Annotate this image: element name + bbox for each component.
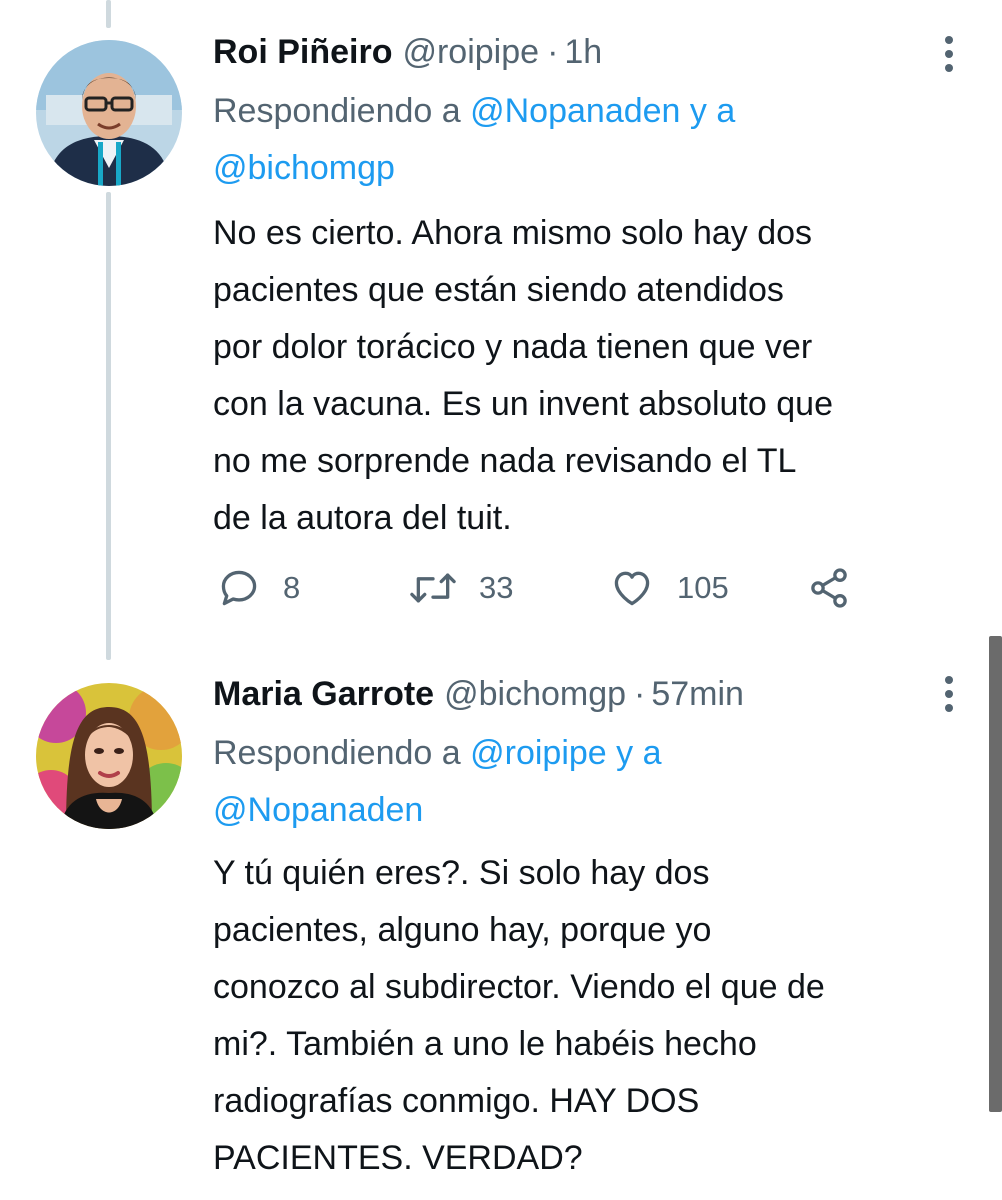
tweet-text-line: pacientes que están siendo atendidos	[213, 271, 784, 309]
mention-text: @roipipe	[470, 734, 607, 772]
replying-to: Respondiendo a @Nopanaden y a @bichomgp	[213, 83, 973, 197]
more-dot	[945, 36, 953, 44]
retweet-icon	[410, 573, 456, 603]
more-dot	[945, 676, 953, 684]
retweet-count: 33	[479, 570, 514, 605]
mention-link[interactable]: @Nopanaden y a	[470, 92, 735, 130]
tweet-text-line: PACIENTES. VERDAD?	[213, 1139, 583, 1177]
tweet-actions: 8 33 105	[213, 565, 873, 611]
mention-link[interactable]: @bichomgp	[213, 149, 395, 187]
tweet-header: Maria Garrote @bichomgp · 57min	[213, 674, 744, 714]
reply-icon	[221, 570, 257, 606]
avatar-bichomgp[interactable]	[36, 683, 182, 829]
tweet-text-line: no me sorprende nada revisando el TL	[213, 442, 797, 480]
separator-dot: ·	[547, 33, 559, 71]
share-button[interactable]	[807, 565, 851, 611]
reply-count: 8	[283, 570, 301, 605]
timestamp[interactable]: 57min	[651, 674, 744, 714]
scrollbar-thumb[interactable]	[989, 636, 1002, 1112]
mention-conjunction: y a	[689, 92, 736, 130]
tweet-text-line: mi?. También a uno le habéis hecho	[213, 1025, 757, 1063]
more-dot	[945, 690, 953, 698]
more-dot	[945, 64, 953, 72]
tweet-text: Y tú quién eres?. Si solo hay dos pacien…	[213, 845, 983, 1187]
tweet-text-line: por dolor torácico y nada tienen que ver	[213, 328, 813, 366]
retweet-button[interactable]: 33	[409, 565, 513, 611]
more-dot	[945, 704, 953, 712]
like-count: 105	[677, 570, 729, 605]
more-options-icon[interactable]	[944, 676, 954, 712]
tweet-text: No es cierto. Ahora mismo solo hay dos p…	[213, 205, 983, 547]
replying-prefix: Respondiendo a	[213, 734, 461, 772]
avatar-photo-icon	[36, 40, 182, 186]
mention-link[interactable]: @Nopanaden	[213, 791, 423, 829]
share-icon	[811, 568, 847, 608]
user-handle[interactable]: @roipipe	[402, 32, 539, 72]
display-name[interactable]: Roi Piñeiro	[213, 32, 392, 72]
replying-to: Respondiendo a @roipipe y a @Nopanaden	[213, 725, 973, 839]
tweet-text-line: con la vacuna. Es un invent absoluto que	[213, 385, 833, 423]
tweet-text-line: Y tú quién eres?. Si solo hay dos	[213, 854, 710, 892]
mention-conjunction: y a	[616, 734, 662, 772]
replying-prefix: Respondiendo a	[213, 92, 461, 130]
tweet-header: Roi Piñeiro @roipipe · 1h	[213, 32, 602, 72]
tweet-text-line: pacientes, alguno hay, porque yo	[213, 911, 712, 949]
avatar-photo-icon	[36, 683, 182, 829]
mention-link[interactable]: @roipipe y a	[470, 734, 661, 772]
thread-line-top	[106, 0, 111, 28]
heart-icon	[614, 571, 650, 606]
more-dot	[945, 50, 953, 58]
user-handle[interactable]: @bichomgp	[444, 674, 626, 714]
mention-text: @Nopanaden	[470, 92, 681, 130]
display-name[interactable]: Maria Garrote	[213, 674, 434, 714]
thread-line-middle	[106, 192, 111, 660]
tweet-text-line: conozco al subdirector. Viendo el que de	[213, 968, 825, 1006]
separator-dot: ·	[634, 675, 646, 713]
tweet-text-line: de la autora del tuit.	[213, 499, 512, 537]
tweet-text-line: No es cierto. Ahora mismo solo hay dos	[213, 214, 813, 252]
avatar-roipipe[interactable]	[36, 40, 182, 186]
more-options-icon[interactable]	[944, 36, 954, 72]
tweet-text-line: radiografías conmigo. HAY DOS	[213, 1082, 700, 1120]
reply-button[interactable]: 8	[217, 565, 300, 611]
timestamp[interactable]: 1h	[564, 32, 602, 72]
like-button[interactable]: 105	[609, 565, 729, 611]
